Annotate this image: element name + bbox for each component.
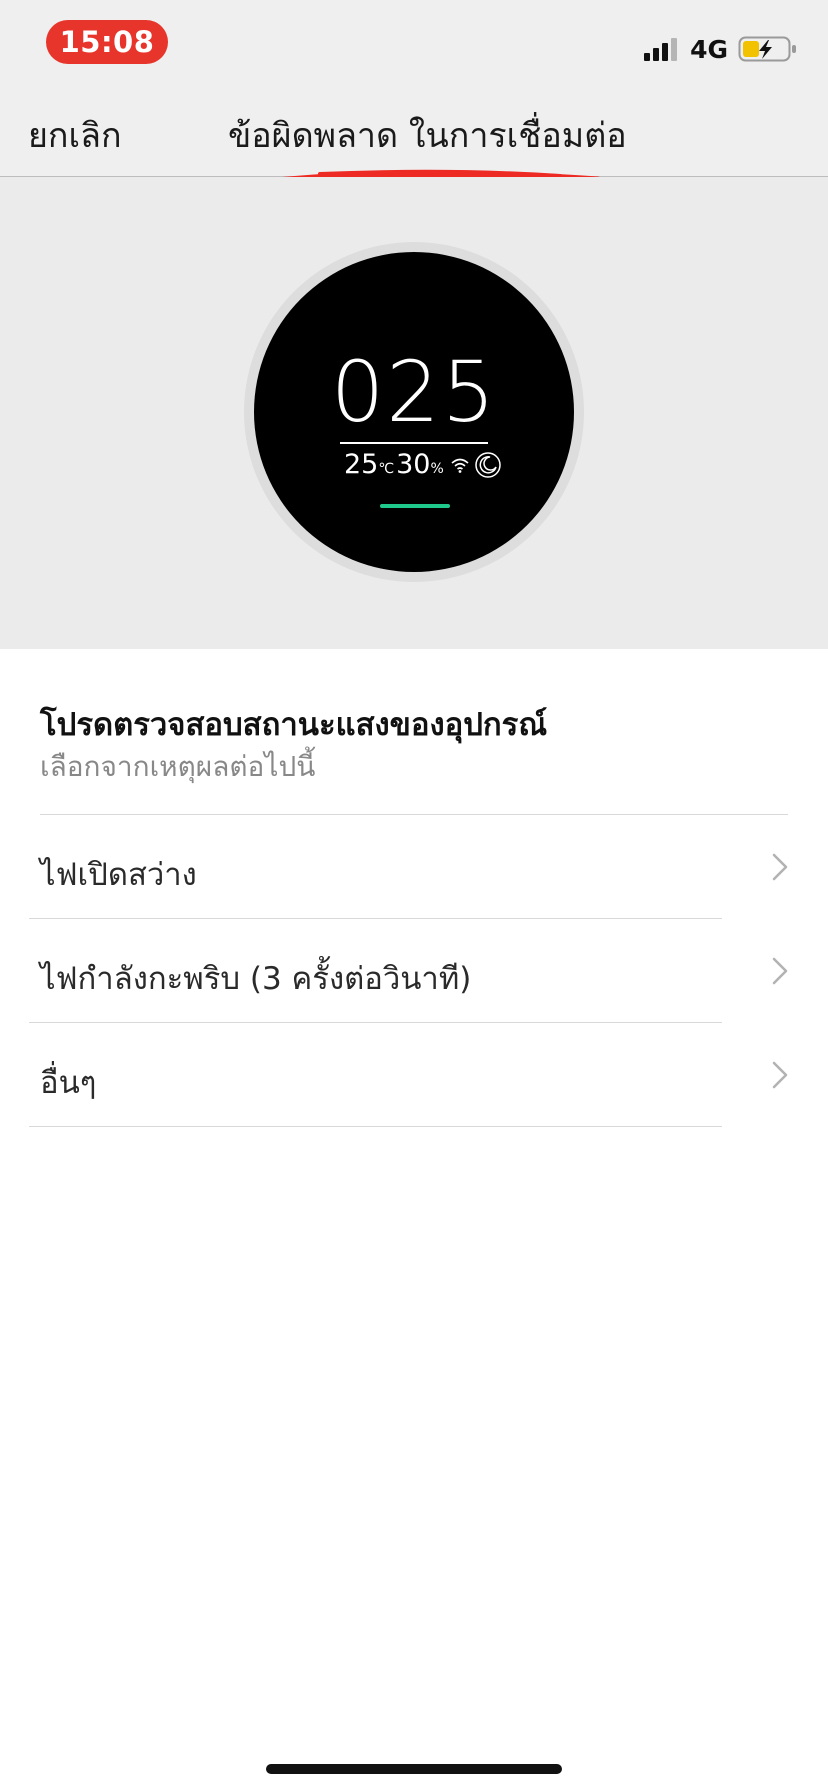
- device-display: 025 25 ℃ 30 %: [254, 252, 574, 572]
- humidity-unit: %: [430, 461, 444, 477]
- option-light-blinking[interactable]: ไฟกำลังกะพริบ (3 ครั้งต่อวินาที): [0, 919, 828, 1023]
- option-label: อื่นๆ: [40, 1065, 97, 1101]
- home-indicator[interactable]: [266, 1764, 562, 1774]
- device-illustration: 025 25 ℃ 30 %: [244, 242, 584, 582]
- device-reading: 025: [330, 343, 498, 441]
- device-status-light: [380, 504, 450, 508]
- option-other[interactable]: อื่นๆ: [0, 1023, 828, 1127]
- device-hero: 025 25 ℃ 30 %: [0, 177, 828, 649]
- section-heading: โปรดตรวจสอบสถานะแสงของอุปกรณ์: [40, 707, 548, 743]
- chevron-right-icon: [772, 1061, 788, 1089]
- night-mode-icon: [475, 452, 501, 478]
- top-bar: 15:08 4G ยกเลิก ข้อผิดพลาด ในการเชื่อมต่…: [0, 0, 828, 199]
- chevron-right-icon: [772, 957, 788, 985]
- wifi-icon: [451, 458, 469, 473]
- device-humidity: 30: [396, 449, 431, 480]
- reading-underline: [340, 442, 488, 444]
- option-label: ไฟเปิดสว่าง: [40, 857, 197, 893]
- device-status-row: 25 ℃ 30 %: [344, 448, 502, 482]
- option-label: ไฟกำลังกะพริบ (3 ครั้งต่อวินาที): [40, 961, 472, 997]
- option-list: ไฟเปิดสว่าง ไฟกำลังกะพริบ (3 ครั้งต่อวิน…: [0, 815, 828, 1127]
- temperature-unit: ℃: [378, 461, 395, 477]
- option-light-on[interactable]: ไฟเปิดสว่าง: [0, 815, 828, 919]
- chevron-right-icon: [772, 853, 788, 881]
- section-subheading: เลือกจากเหตุผลต่อไปนี้: [40, 750, 316, 783]
- device-temperature: 25: [344, 449, 379, 480]
- annotation-scribble: [204, 169, 602, 199]
